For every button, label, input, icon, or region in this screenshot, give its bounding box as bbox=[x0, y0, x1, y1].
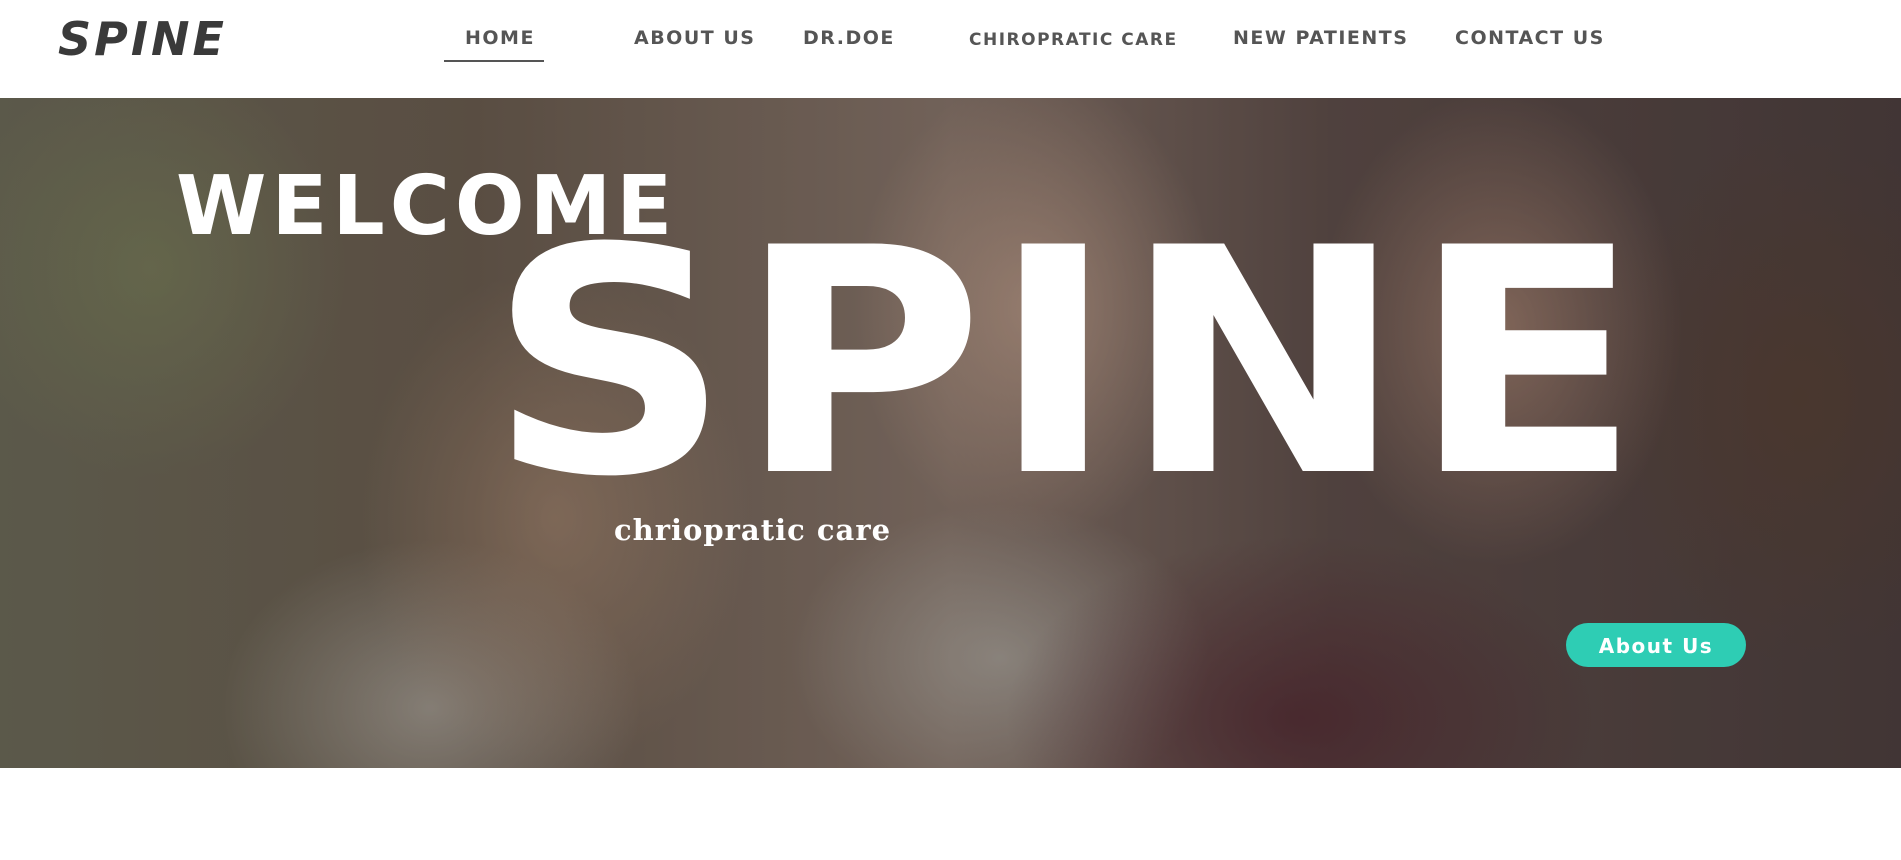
site-header: SPINE HOME ABOUT US DR.DOE CHIROPRATIC C… bbox=[0, 0, 1901, 98]
hero-title: SPINE bbox=[488, 181, 1648, 545]
hero-banner: WELCOME SPINE chriopratic care About Us bbox=[0, 98, 1901, 768]
nav-dr-doe[interactable]: DR.DOE bbox=[803, 26, 895, 50]
nav-active-underline bbox=[444, 60, 544, 62]
nav-new-patients[interactable]: NEW PATIENTS bbox=[1233, 26, 1408, 50]
nav-contact-us[interactable]: CONTACT US bbox=[1455, 26, 1605, 50]
about-us-button[interactable]: About Us bbox=[1566, 623, 1746, 667]
nav-about-us[interactable]: ABOUT US bbox=[634, 26, 755, 50]
nav-chiropratic-care[interactable]: CHIROPRATIC CARE bbox=[969, 28, 1178, 52]
nav-home[interactable]: HOME bbox=[465, 26, 535, 50]
hero-subtitle: chriopratic care bbox=[614, 513, 892, 547]
site-logo[interactable]: SPINE bbox=[58, 12, 227, 66]
